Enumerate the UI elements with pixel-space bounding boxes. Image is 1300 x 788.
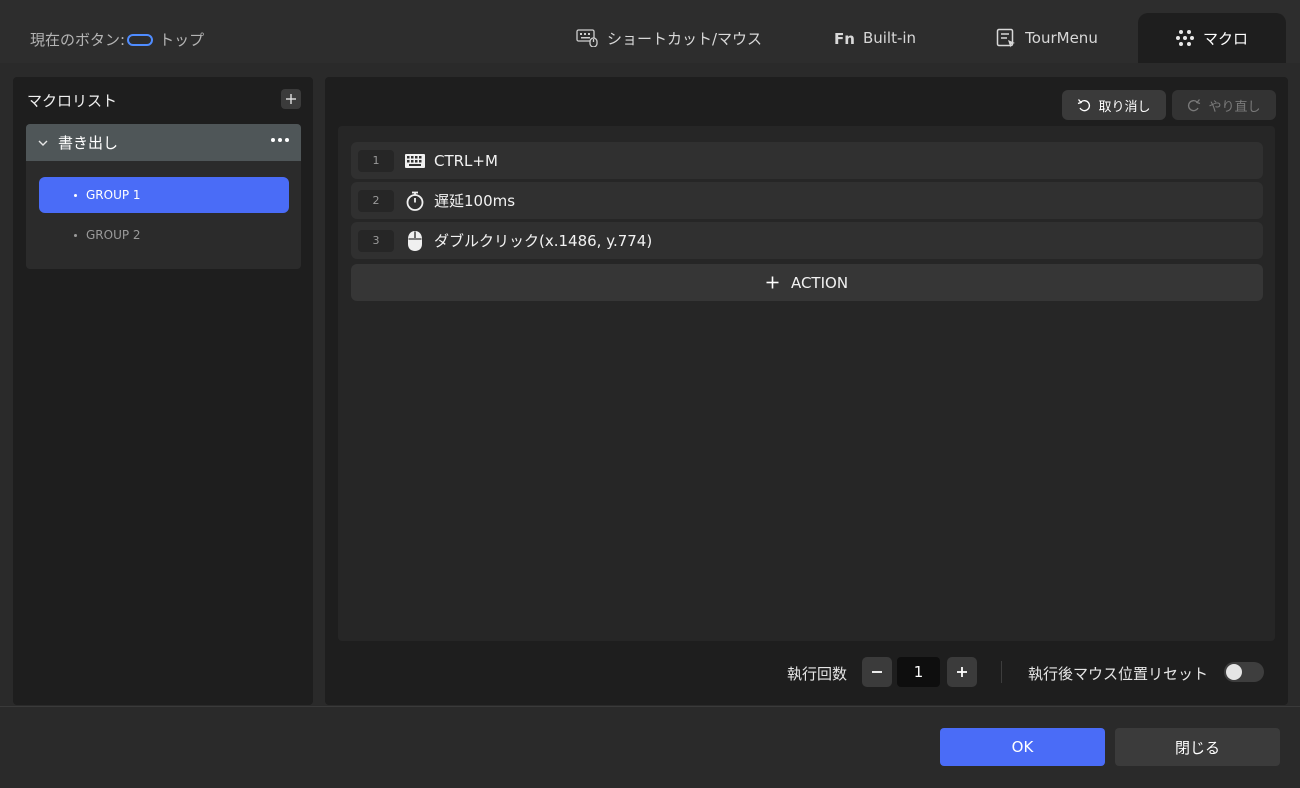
macro-name: 書き出し [58, 134, 119, 152]
undo-button[interactable]: 取り消し [1062, 90, 1166, 120]
tab-macro[interactable]: マクロ [1138, 13, 1286, 63]
macro-editor-panel: 取り消し やり直し 1 CTRL+M 2 遅延100ms 3 ダブルクリック(x… [325, 77, 1288, 705]
bullet-icon [74, 233, 77, 237]
close-button[interactable]: 閉じる [1115, 728, 1280, 766]
undo-icon [1077, 98, 1091, 112]
add-action-button[interactable]: ACTION [351, 264, 1263, 301]
plus-icon [286, 94, 296, 104]
button-shape-icon [127, 33, 154, 46]
divider [1001, 661, 1002, 683]
keyboard-icon [404, 150, 426, 172]
footer-divider [0, 706, 1300, 707]
action-label: CTRL+M [434, 151, 498, 170]
bullet-icon [74, 193, 77, 197]
group-label: GROUP 1 [86, 188, 141, 202]
add-action-label: ACTION [790, 273, 849, 292]
tab-built-in[interactable]: Fn Built-in [800, 13, 950, 63]
action-label: ダブルクリック(x.1486, y.774) [434, 232, 653, 250]
action-row[interactable]: 3 ダブルクリック(x.1486, y.774) [351, 222, 1263, 259]
run-count-input[interactable] [897, 657, 940, 687]
toggle-knob [1226, 664, 1242, 680]
action-row[interactable]: 1 CTRL+M [351, 142, 1263, 179]
reset-mouse-toggle[interactable] [1224, 662, 1264, 682]
action-index: 2 [358, 189, 394, 212]
mouse-icon [404, 230, 426, 252]
reset-mouse-label: 執行後マウス位置リセット [1028, 665, 1209, 683]
group-item-2[interactable]: GROUP 2 [39, 217, 289, 253]
tour-menu-icon [996, 28, 1016, 48]
tab-label: ショートカット/マウス [606, 29, 763, 48]
add-macro-button[interactable] [281, 89, 301, 109]
action-list: 1 CTRL+M 2 遅延100ms 3 ダブルクリック(x.1486, y.7… [338, 126, 1275, 641]
macro-icon [1175, 29, 1194, 47]
plus-icon [957, 667, 967, 677]
action-row[interactable]: 2 遅延100ms [351, 182, 1263, 219]
increment-button[interactable] [947, 657, 977, 687]
tab-label: マクロ [1202, 29, 1248, 48]
tab-tour-menu[interactable]: TourMenu [972, 13, 1122, 63]
action-index: 3 [358, 229, 394, 252]
top-bar: 現在のボタン: トップ ショートカット/マウス Fn Built-in Tour… [0, 0, 1300, 63]
current-button-value: トップ [159, 31, 205, 49]
undo-label: 取り消し [1098, 99, 1151, 115]
macro-list-panel: マクロリスト 書き出し GROUP 1 GROUP 2 [13, 77, 313, 705]
current-button-label: 現在のボタン: [30, 31, 126, 49]
plus-icon [766, 276, 779, 289]
chevron-down-icon[interactable] [38, 139, 48, 147]
action-label: 遅延100ms [434, 192, 516, 210]
redo-button[interactable]: やり直し [1172, 90, 1276, 120]
fn-icon: Fn [834, 30, 854, 46]
ok-button[interactable]: OK [940, 728, 1105, 766]
tab-label: TourMenu [1025, 29, 1098, 47]
decrement-button[interactable] [862, 657, 892, 687]
svg-text:Fn: Fn [834, 30, 854, 46]
group-item-1[interactable]: GROUP 1 [39, 177, 289, 213]
macro-item: 書き出し GROUP 1 GROUP 2 [26, 124, 301, 269]
current-button-indicator: 現在のボタン: トップ [30, 29, 204, 50]
tab-shortcut-mouse[interactable]: ショートカット/マウス [560, 13, 778, 63]
macro-header[interactable]: 書き出し [26, 124, 301, 161]
group-label: GROUP 2 [86, 228, 141, 242]
macro-editor-window: 現在のボタン: トップ ショートカット/マウス Fn Built-in Tour… [0, 0, 1300, 788]
run-count-label: 執行回数 [787, 665, 848, 683]
action-index: 1 [358, 149, 394, 172]
redo-label: やり直し [1208, 99, 1261, 115]
redo-icon [1187, 98, 1201, 112]
keyboard-mouse-icon [576, 29, 598, 47]
more-options-icon[interactable] [271, 138, 289, 142]
timer-icon [404, 190, 426, 212]
macro-list-title: マクロリスト [27, 92, 118, 110]
minus-icon [872, 671, 882, 673]
tab-label: Built-in [862, 29, 917, 47]
